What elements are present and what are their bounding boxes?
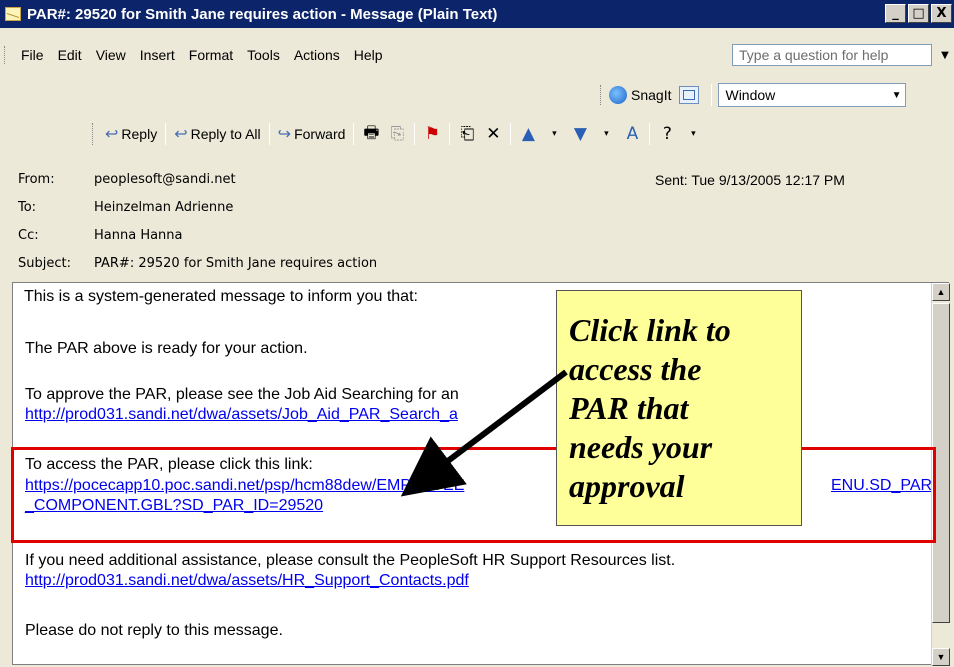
annotation-callout: Click link to access the PAR that needs …	[556, 290, 802, 526]
callout-line: approval	[569, 468, 685, 504]
maximize-button[interactable]: □	[908, 4, 929, 23]
body-intro: This is a system-generated message to in…	[24, 288, 418, 305]
menu-file[interactable]: File	[21, 47, 44, 63]
cc-row: Cc: Hanna Hanna	[18, 228, 183, 248]
body-approve-line: To approve the PAR, please see the Job A…	[25, 386, 459, 403]
toolbar-options-icon[interactable]: ▾	[680, 122, 706, 146]
title-bar: PAR#: 29520 for Smith Jane requires acti…	[0, 0, 954, 28]
cc-label: Cc:	[18, 228, 39, 243]
body-no-reply-line: Please do not reply to this message.	[25, 622, 283, 639]
toolbar-separator	[449, 123, 451, 145]
from-row: From: peoplesoft@sandi.net	[18, 172, 236, 192]
menu-help[interactable]: Help	[354, 47, 383, 63]
help-search-input[interactable]: Type a question for help	[732, 44, 932, 66]
subject-value: PAR#: 29520 for Smith Jane requires acti…	[94, 256, 378, 271]
reply-button[interactable]: ↩ Reply	[101, 122, 161, 146]
menu-format[interactable]: Format	[189, 47, 233, 63]
help-dropdown-icon[interactable]: ▼	[938, 44, 952, 66]
forward-button[interactable]: ↪ Forward	[274, 122, 350, 146]
previous-item-icon[interactable]: ▲	[515, 122, 541, 146]
toolbar-grip[interactable]	[4, 46, 7, 64]
capture-mode-value: Window	[725, 87, 776, 103]
sent-date: Sent: Tue 9/13/2005 12:17 PM	[655, 172, 845, 188]
minimize-button[interactable]: _	[885, 4, 906, 23]
close-button[interactable]: X	[931, 4, 952, 23]
callout-line: PAR that	[569, 390, 689, 426]
delete-icon[interactable]: ✕	[480, 122, 506, 146]
to-row: To: Heinzelman Adrienne	[18, 200, 233, 220]
reply-label: Reply	[121, 126, 158, 142]
next-dropdown-icon[interactable]: ▾	[593, 122, 619, 146]
help-icon[interactable]: ?	[654, 122, 680, 146]
menu-view[interactable]: View	[96, 47, 126, 63]
reply-all-icon: ↩	[174, 126, 188, 143]
scroll-down-icon[interactable]: ▼	[932, 648, 950, 666]
reply-all-button[interactable]: ↩ Reply to All	[170, 122, 264, 146]
toolbar-grip[interactable]	[92, 123, 95, 145]
scroll-up-icon[interactable]: ▲	[932, 283, 950, 301]
toolbar-separator	[414, 123, 416, 145]
reply-icon: ↩	[105, 126, 119, 143]
forward-icon: ↪	[277, 126, 292, 143]
callout-line: needs your	[569, 429, 713, 465]
from-label: From:	[18, 172, 55, 187]
toolbar-separator	[711, 84, 713, 106]
window-title: PAR#: 29520 for Smith Jane requires acti…	[27, 5, 498, 23]
snagit-toolbar: SnagIt Window ▼	[600, 80, 954, 110]
toolbar-separator	[353, 123, 355, 145]
job-aid-link[interactable]: http://prod031.sandi.net/dwa/assets/Job_…	[25, 405, 458, 425]
callout-line: access the	[569, 351, 702, 387]
from-value[interactable]: peoplesoft@sandi.net	[94, 172, 236, 192]
reply-all-label: Reply to All	[190, 126, 261, 142]
move-to-folder-icon[interactable]: ⎗	[454, 122, 480, 146]
standard-toolbar: ↩ Reply ↩ Reply to All ↪ Forward 🖶 ⎘ ⚑ ⎗…	[92, 118, 954, 150]
subject-row: Subject: PAR#: 29520 for Smith Jane requ…	[18, 256, 377, 276]
snagit-logo-icon[interactable]	[609, 86, 627, 104]
to-label: To:	[18, 200, 37, 215]
menu-edit[interactable]: Edit	[58, 47, 82, 63]
menu-insert[interactable]: Insert	[140, 47, 175, 63]
menu-actions[interactable]: Actions	[294, 47, 340, 63]
body-assistance-line: If you need additional assistance, pleas…	[25, 552, 676, 569]
snagit-button[interactable]: SnagIt	[631, 87, 671, 103]
body-ready-line: The PAR above is ready for your action.	[25, 340, 308, 357]
subject-label: Subject:	[18, 256, 71, 271]
toolbar-separator	[268, 123, 270, 145]
chevron-down-icon: ▼	[891, 90, 902, 101]
message-window: PAR#: 29520 for Smith Jane requires acti…	[0, 0, 954, 667]
capture-mode-select[interactable]: Window ▼	[718, 83, 907, 107]
forward-label: Forward	[294, 126, 346, 142]
print-icon[interactable]: 🖶	[358, 122, 384, 146]
to-value[interactable]: Heinzelman Adrienne	[94, 200, 233, 220]
cc-value[interactable]: Hanna Hanna	[94, 228, 183, 248]
envelope-icon	[5, 7, 21, 21]
copy-icon[interactable]: ⎘	[384, 122, 410, 146]
font-size-icon[interactable]: A	[619, 122, 645, 146]
next-item-icon[interactable]: ▼	[567, 122, 593, 146]
toolbar-separator	[649, 123, 651, 145]
flag-icon[interactable]: ⚑	[419, 122, 445, 146]
menu-tools[interactable]: Tools	[247, 47, 280, 63]
snagit-capture-icon[interactable]	[679, 86, 700, 104]
toolbar-grip[interactable]	[600, 85, 603, 105]
callout-line: Click link to	[569, 312, 731, 348]
toolbar-separator	[510, 123, 512, 145]
previous-dropdown-icon[interactable]: ▾	[541, 122, 567, 146]
toolbar-separator	[165, 123, 167, 145]
hr-support-link[interactable]: http://prod031.sandi.net/dwa/assets/HR_S…	[25, 571, 469, 591]
